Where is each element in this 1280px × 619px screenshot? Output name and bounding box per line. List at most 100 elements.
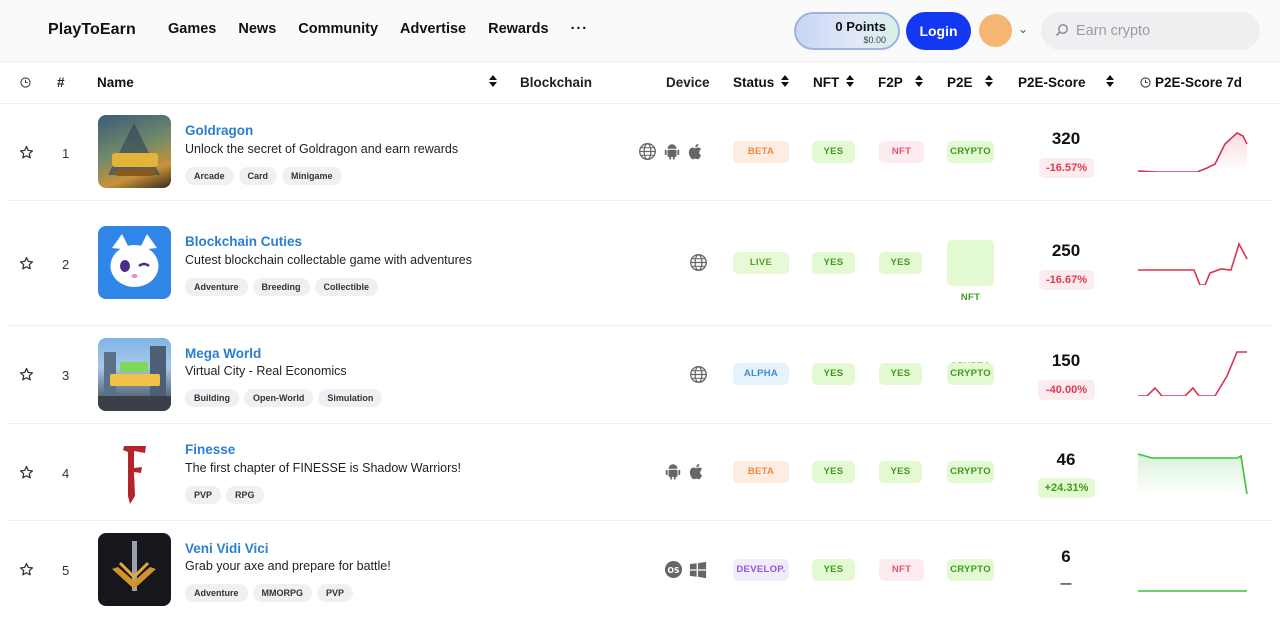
nav-more-button[interactable]: ···: [571, 21, 589, 37]
col-index: #: [57, 75, 65, 90]
status-badge: LIVE: [733, 252, 789, 274]
finesse-logo: [123, 446, 146, 504]
rank: 4: [62, 466, 70, 481]
game-thumbnail[interactable]: [98, 436, 171, 509]
col-p2e[interactable]: P2E: [947, 75, 973, 90]
avatar[interactable]: [979, 14, 1012, 47]
tag[interactable]: PVP: [185, 486, 222, 504]
score-sparkline: [1137, 453, 1248, 496]
p2e-badge: NFT: [960, 292, 981, 303]
p2e-badge: CRYPTO: [947, 461, 994, 483]
score-sparkline: [1138, 241, 1248, 285]
status-badge: DEVELOP.: [733, 559, 789, 581]
col-score[interactable]: P2E-Score: [1018, 75, 1086, 90]
star-icon[interactable]: [19, 256, 34, 271]
tag[interactable]: PVP: [317, 584, 354, 602]
device-list: OS: [664, 560, 707, 579]
search-input[interactable]: Earn crypto: [1041, 12, 1260, 50]
table-row[interactable]: 4 Finesse The first chapter of FINESSE i…: [0, 424, 1280, 521]
col-name[interactable]: Name: [97, 75, 134, 90]
star-icon[interactable]: [19, 367, 34, 382]
p2e-badge: CRYPTO: [947, 559, 994, 581]
game-name-link[interactable]: Finesse: [185, 442, 235, 457]
windows-icon: [689, 561, 707, 578]
tag-list: Building Open-World Simulation: [185, 389, 383, 407]
score-change-badge: -16.67%: [1039, 270, 1094, 290]
tag[interactable]: Collectible: [314, 278, 379, 296]
mega-world-art: [98, 346, 171, 411]
rank: 2: [62, 257, 70, 272]
p2e-badge-group: NFT CRYPTO: [947, 240, 994, 372]
tag[interactable]: Card: [238, 167, 278, 185]
tag[interactable]: Breeding: [252, 278, 310, 296]
sort-nft-icon[interactable]: [845, 74, 855, 88]
nft-badge: YES: [812, 252, 855, 274]
nav-community[interactable]: Community: [298, 21, 378, 37]
points-button[interactable]: 0 Points $0.00: [794, 12, 900, 50]
device-list: [689, 365, 708, 384]
f2p-badge: YES: [879, 252, 922, 274]
game-thumbnail[interactable]: [98, 226, 171, 299]
game-description: Unlock the secret of Goldragon and earn …: [185, 142, 459, 156]
tag[interactable]: Building: [185, 389, 239, 407]
table-row[interactable]: 1 Goldragon Unlock the secret of Goldrag…: [0, 104, 1280, 201]
game-thumbnail[interactable]: [98, 533, 171, 606]
game-name-link[interactable]: Mega World: [185, 346, 261, 361]
tag[interactable]: Open-World: [244, 389, 314, 407]
nav-news[interactable]: News: [238, 21, 276, 37]
web-icon: [639, 143, 656, 160]
tag-list: Arcade Card Minigame: [185, 167, 342, 185]
tag[interactable]: Adventure: [185, 278, 248, 296]
tag[interactable]: Simulation: [318, 389, 383, 407]
sort-p2e-icon[interactable]: [984, 74, 994, 88]
col-status[interactable]: Status: [733, 75, 774, 90]
web-icon: [690, 366, 707, 383]
game-name-link[interactable]: Veni Vidi Vici: [185, 541, 269, 556]
tag[interactable]: MMORPG: [252, 584, 313, 602]
nav-games[interactable]: Games: [168, 21, 216, 37]
nav-rewards[interactable]: Rewards: [488, 21, 548, 37]
p2e-score: 46: [1056, 450, 1076, 469]
col-nft[interactable]: NFT: [813, 75, 839, 90]
tag-list: Adventure Breeding Collectible: [185, 278, 379, 296]
star-icon[interactable]: [19, 145, 34, 160]
rank: 1: [62, 146, 70, 161]
score-change-badge: —: [1060, 578, 1072, 590]
game-description: The first chapter of FINESSE is Shadow W…: [185, 461, 462, 475]
status-badge: ALPHA: [733, 363, 789, 385]
nft-badge: YES: [812, 461, 855, 483]
android-icon: [664, 144, 680, 160]
game-thumbnail[interactable]: [98, 115, 171, 188]
sort-name-icon[interactable]: [488, 74, 498, 88]
table-row[interactable]: 2 Blockchain Cuties Cutest blockchain co…: [0, 201, 1280, 372]
sort-f2p-icon[interactable]: [914, 74, 924, 88]
tag-list: PVP RPG: [185, 486, 264, 504]
status-badge: BETA: [733, 141, 789, 163]
device-list: [689, 253, 708, 272]
nft-badge: YES: [812, 559, 855, 581]
col-f2p[interactable]: F2P: [878, 75, 903, 90]
table-row[interactable]: 5 Veni Vidi Vici Grab your axe and prepa…: [0, 521, 1280, 619]
tag[interactable]: RPG: [226, 486, 264, 504]
site-logo[interactable]: PlayToEarn: [48, 21, 136, 39]
sort-status-icon[interactable]: [780, 74, 790, 88]
tag[interactable]: Minigame: [282, 167, 342, 185]
nav-advertise[interactable]: Advertise: [400, 21, 466, 37]
game-name-link[interactable]: Goldragon: [185, 123, 253, 138]
star-icon[interactable]: [19, 465, 34, 480]
game-thumbnail[interactable]: [98, 338, 171, 411]
clock-icon[interactable]: [20, 77, 31, 88]
tag[interactable]: Adventure: [185, 584, 248, 602]
p2e-score: 320: [1051, 129, 1081, 148]
chevron-down-icon[interactable]: ⌄: [1018, 22, 1028, 36]
game-description: Cutest blockchain collectable game with …: [185, 253, 472, 267]
login-button[interactable]: Login: [906, 12, 971, 50]
game-name-link[interactable]: Blockchain Cuties: [185, 234, 302, 249]
game-description: Virtual City - Real Economics: [185, 364, 347, 378]
table-row[interactable]: 3 Mega World Virtual City - Real Economi…: [0, 326, 1280, 424]
sort-score-icon[interactable]: [1105, 74, 1115, 88]
tag[interactable]: Arcade: [185, 167, 234, 185]
star-icon[interactable]: [19, 562, 34, 577]
web-icon: [690, 254, 707, 271]
f2p-badge: NFT: [879, 141, 924, 163]
